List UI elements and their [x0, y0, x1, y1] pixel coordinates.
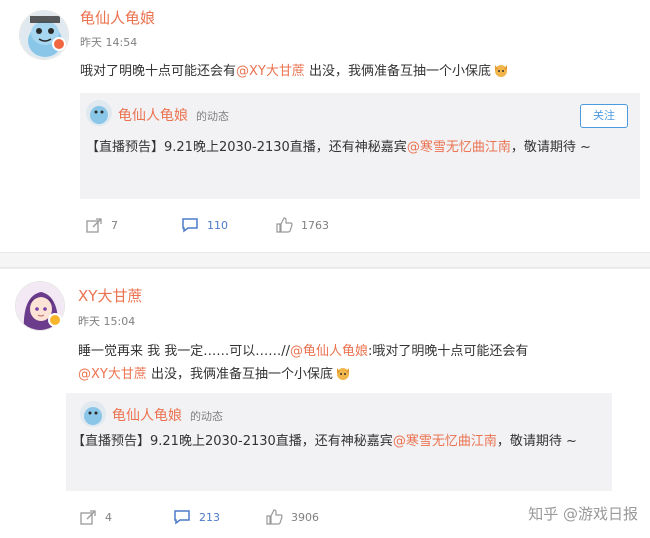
thumbs-up-icon	[276, 217, 293, 233]
squirtle-avatar-icon	[80, 401, 106, 427]
post-timestamp[interactable]: 昨天 15:04	[78, 313, 135, 329]
share-button[interactable]: 7	[86, 213, 118, 237]
mention-link[interactable]: @寒雪无忆曲江南	[393, 434, 497, 449]
card-tag: 的动态	[190, 410, 223, 423]
like-button[interactable]: 1763	[276, 213, 329, 237]
verified-badge-icon	[48, 313, 62, 327]
card-tag: 的动态	[196, 110, 229, 123]
card-text-tail: ，敬请期待 ~	[496, 434, 577, 449]
post-text-tail: 出没，我俩准备互抽一个小保底	[146, 367, 333, 382]
avatar[interactable]	[19, 10, 69, 60]
repost-card[interactable]: 龟仙人龟娘 的动态 关注 【直播预告】9.21晚上2030-2130直播，还有神…	[80, 93, 640, 199]
weibo-post: XY大甘蔗 昨天 15:04 睡一觉再来 我 我一定……可以……//@龟仙人龟娘…	[0, 268, 650, 538]
comment-icon	[182, 218, 198, 233]
comment-icon	[174, 510, 190, 525]
thumbs-up-icon	[266, 509, 283, 525]
card-text-tail: ，敬请期待 ~	[510, 140, 591, 155]
share-count: 7	[111, 218, 118, 232]
share-icon	[80, 509, 96, 525]
post-text-line: @XY大甘蔗 出没，我俩准备互抽一个小保底	[78, 363, 618, 386]
post-text: 哦对了明晚十点可能还会有@XY大甘蔗 出没，我俩准备互抽一个小保底	[80, 60, 620, 83]
post-text-body: 哦对了明晚十点可能还会有	[80, 64, 237, 79]
card-author-name[interactable]: 龟仙人龟娘	[118, 105, 188, 125]
card-author-name[interactable]: 龟仙人龟娘	[112, 405, 182, 425]
card-avatar[interactable]	[86, 100, 112, 126]
post-text-tail: :哦对了明晚十点可能还会有	[368, 344, 529, 359]
post-author-name[interactable]: XY大甘蔗	[78, 285, 142, 306]
post-timestamp[interactable]: 昨天 14:54	[80, 34, 137, 50]
post-separator	[0, 252, 650, 268]
card-avatar[interactable]	[80, 401, 106, 427]
dog-emoji-icon	[495, 65, 508, 77]
post-text-body: 睡一觉再来 我 我一定……可以……//	[78, 344, 291, 359]
post-text-line: 睡一觉再来 我 我一定……可以……//@龟仙人龟娘:哦对了明晚十点可能还会有	[78, 340, 618, 363]
card-text: 【直播预告】9.21晚上2030-2130直播，还有神秘嘉宾@寒雪无忆曲江南，敬…	[86, 136, 626, 159]
card-text-body: 【直播预告】9.21晚上2030-2130直播，还有神秘嘉宾	[72, 434, 393, 449]
verified-badge-icon	[52, 37, 66, 51]
mention-link[interactable]: @XY大甘蔗	[236, 64, 305, 79]
like-count: 3906	[291, 510, 319, 524]
comment-button[interactable]: 110	[181, 213, 228, 237]
action-bar: 7 110 1763	[0, 213, 650, 237]
card-text-body: 【直播预告】9.21晚上2030-2130直播，还有神秘嘉宾	[86, 140, 407, 155]
like-count: 1763	[301, 218, 329, 232]
squirtle-avatar-icon	[20, 11, 68, 59]
squirtle-avatar-icon	[86, 100, 112, 126]
mention-link[interactable]: @寒雪无忆曲江南	[407, 140, 511, 155]
comment-count: 213	[199, 510, 220, 524]
repost-card[interactable]: 龟仙人龟娘 的动态 【直播预告】9.21晚上2030-2130直播，还有神秘嘉宾…	[66, 393, 612, 491]
share-button[interactable]: 4	[80, 505, 112, 529]
share-icon	[86, 217, 102, 233]
like-button[interactable]: 3906	[266, 505, 319, 529]
share-count: 4	[105, 510, 112, 524]
dog-emoji-icon	[337, 368, 349, 380]
card-text: 【直播预告】9.21晚上2030-2130直播，还有神秘嘉宾@寒雪无忆曲江南，敬…	[72, 430, 602, 453]
post-author-name[interactable]: 龟仙人龟娘	[80, 7, 155, 28]
mention-link[interactable]: @龟仙人龟娘	[290, 344, 368, 359]
post-text: 睡一觉再来 我 我一定……可以……//@龟仙人龟娘:哦对了明晚十点可能还会有 @…	[78, 340, 618, 386]
follow-button[interactable]: 关注	[580, 104, 628, 128]
watermark: 知乎 @游戏日报	[528, 505, 638, 523]
weibo-post: 龟仙人龟娘 昨天 14:54 哦对了明晚十点可能还会有@XY大甘蔗 出没，我俩准…	[0, 0, 650, 252]
comment-count: 110	[207, 218, 228, 232]
comment-button[interactable]: 213	[173, 505, 220, 529]
post-text-tail: 出没，我俩准备互抽一个小保底	[304, 64, 492, 79]
mention-link[interactable]: @XY大甘蔗	[78, 367, 147, 382]
